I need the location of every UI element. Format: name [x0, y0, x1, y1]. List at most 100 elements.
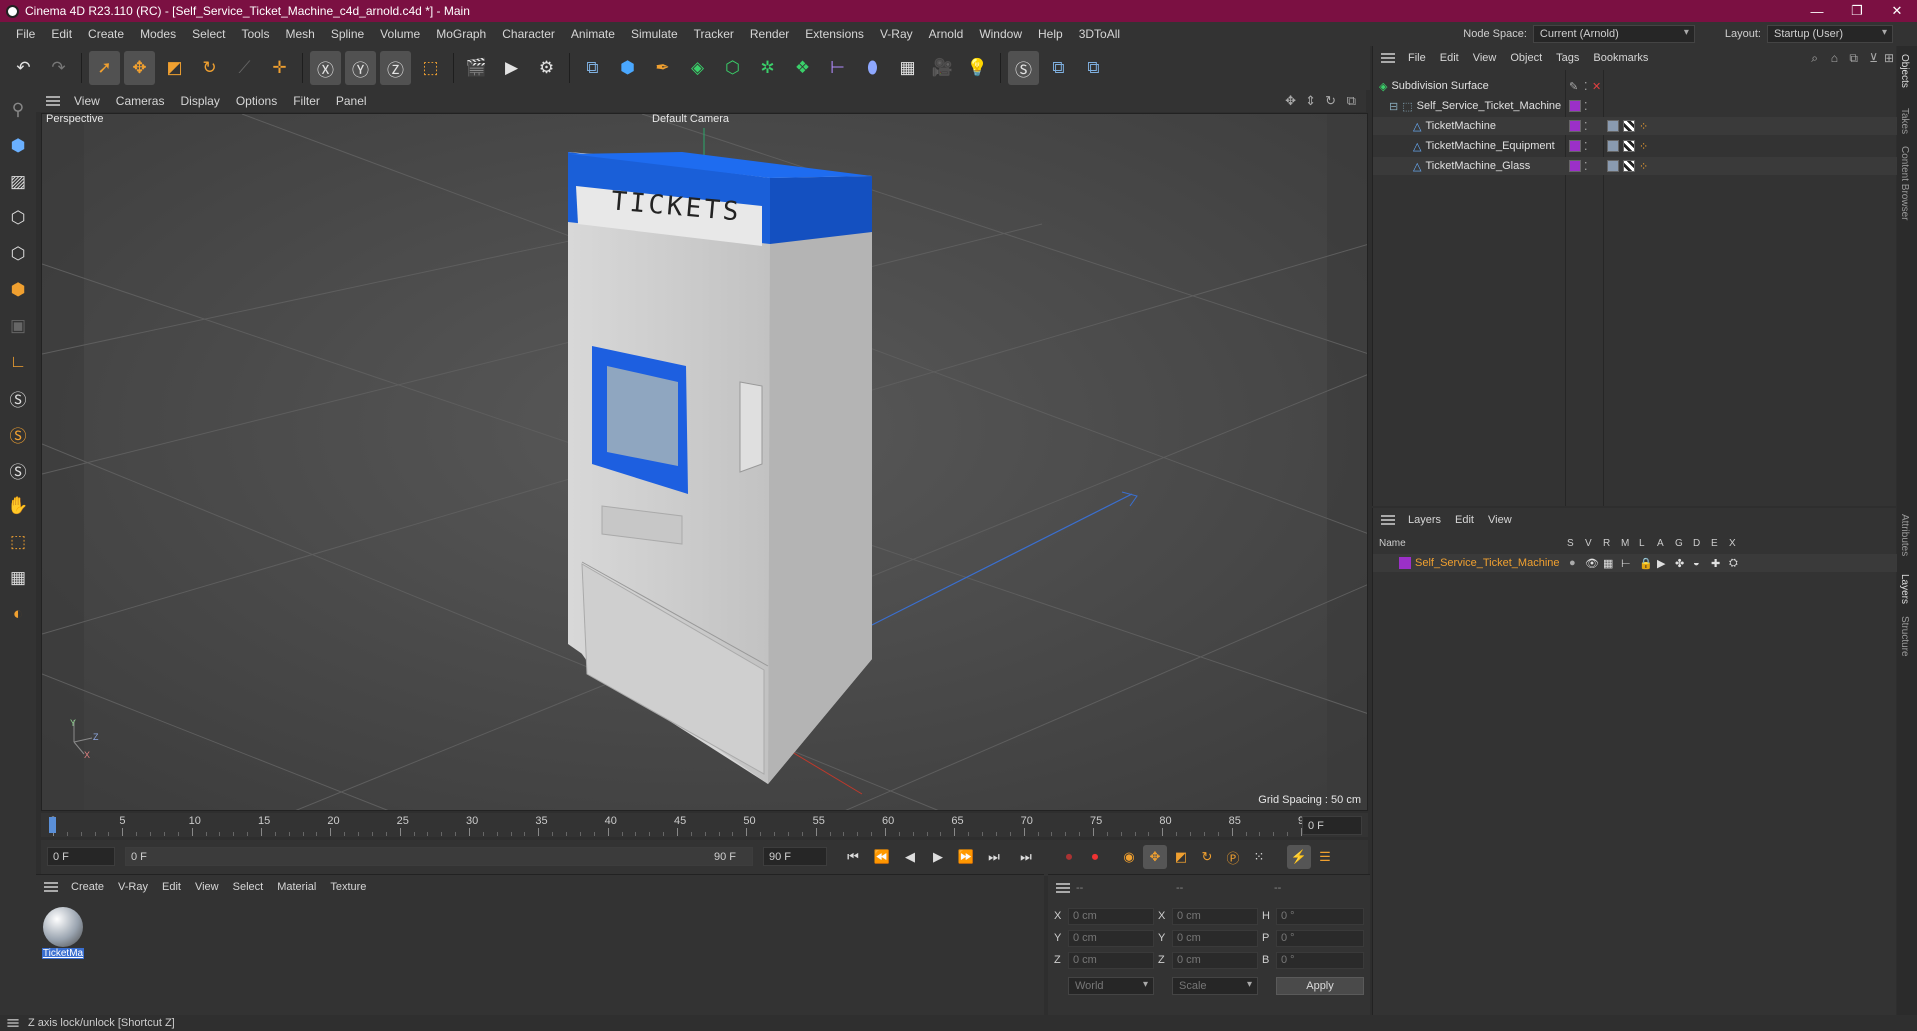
viewport-move-icon[interactable]: ✥: [1285, 93, 1296, 109]
x-axis-lock-icon[interactable]: Ⓧ: [310, 51, 341, 85]
layer-col-a[interactable]: A: [1657, 538, 1664, 549]
menu-modes[interactable]: Modes: [132, 27, 184, 41]
edges-mode-icon[interactable]: ⬡: [2, 238, 34, 270]
tab-content-browser[interactable]: Content Browser: [1899, 146, 1910, 220]
object-menu-bookmarks[interactable]: Bookmarks: [1586, 52, 1655, 64]
tab-layers[interactable]: Layers: [1899, 574, 1910, 604]
cube-primitive-icon[interactable]: ⬢: [612, 51, 643, 85]
menu-3dtoall[interactable]: 3DToAll: [1071, 27, 1128, 41]
camera-icon[interactable]: 🎥: [927, 51, 958, 85]
filter-icon[interactable]: ⊻: [1869, 51, 1878, 65]
points-mode-icon[interactable]: ⬡: [2, 202, 34, 234]
previous-frame-icon[interactable]: ◀: [898, 845, 922, 869]
viewport-menu-panel[interactable]: Panel: [328, 94, 375, 108]
viewport-menu-display[interactable]: Display: [172, 94, 227, 108]
close-icon[interactable]: ✕: [1877, 0, 1917, 22]
minimize-icon[interactable]: —: [1797, 0, 1837, 22]
object-row-ticketmachine-equipment[interactable]: △ TicketMachine_Equipment ⁚ ⁘: [1373, 137, 1897, 155]
material-tag-icon[interactable]: [1607, 120, 1619, 132]
search-icon[interactable]: ⌕: [1811, 51, 1818, 66]
viewport-menu-options[interactable]: Options: [228, 94, 285, 108]
python-script-icon[interactable]: ⧉: [1043, 51, 1074, 85]
visibility-dots-icon[interactable]: ⁚: [1584, 160, 1588, 173]
next-key-icon[interactable]: ⏭: [982, 845, 1006, 869]
object-row-subdivision-surface[interactable]: ◈ Subdivision Surface ✎ ⁚ ✕: [1373, 77, 1897, 95]
key-param-icon[interactable]: Ⓟ: [1221, 845, 1245, 869]
key-scale-icon[interactable]: ◩: [1169, 845, 1193, 869]
select-tool-icon[interactable]: ➚: [89, 51, 120, 85]
subdivision-icon[interactable]: ◈: [682, 51, 713, 85]
transform-tool-icon[interactable]: ✛: [264, 51, 295, 85]
home-icon[interactable]: ⌂: [1831, 51, 1838, 65]
autokey-icon[interactable]: ⏺: [1083, 845, 1107, 869]
menu-mesh[interactable]: Mesh: [277, 27, 322, 41]
layer-color-swatch[interactable]: [1399, 557, 1411, 569]
layer-visible-icon[interactable]: 👁: [1585, 557, 1599, 570]
disabled-x-icon[interactable]: ✕: [1592, 80, 1601, 93]
material-tag-icon[interactable]: [1607, 140, 1619, 152]
snap-settings-icon[interactable]: Ⓢ: [2, 418, 34, 450]
hamburger-icon[interactable]: [1056, 883, 1070, 893]
record-icon[interactable]: ⏺: [1057, 845, 1081, 869]
make-editable-icon[interactable]: ⚲: [2, 94, 34, 126]
arnold-tag-icon[interactable]: ⁘: [1639, 160, 1648, 173]
menu-tracker[interactable]: Tracker: [686, 27, 742, 41]
layer-col-r[interactable]: R: [1603, 538, 1610, 549]
maximize-panel-icon[interactable]: ⊞: [1884, 51, 1894, 65]
viewport-zoom-icon[interactable]: ⇕: [1305, 93, 1316, 109]
keyframe-selection-icon[interactable]: ◉: [1117, 845, 1141, 869]
menu-arnold[interactable]: Arnold: [921, 27, 972, 41]
layer-col-l[interactable]: L: [1639, 538, 1645, 549]
recent-tool-icon[interactable]: ⟋: [229, 51, 260, 85]
layer-col-s[interactable]: S: [1567, 538, 1574, 549]
timeline-window-icon[interactable]: ☰: [1313, 845, 1337, 869]
rot-p-field[interactable]: 0 °: [1276, 930, 1364, 947]
layer-render-icon[interactable]: ▦: [1603, 557, 1613, 570]
extrude-generator-icon[interactable]: ⬡: [717, 51, 748, 85]
tab-takes[interactable]: Takes: [1899, 108, 1910, 134]
y-axis-lock-icon[interactable]: Ⓨ: [345, 51, 376, 85]
menu-vray[interactable]: V-Ray: [872, 27, 921, 41]
menu-tools[interactable]: Tools: [233, 27, 277, 41]
viewport-menu-cameras[interactable]: Cameras: [108, 94, 173, 108]
pos-x-field[interactable]: 0 cm: [1068, 908, 1154, 925]
menu-simulate[interactable]: Simulate: [623, 27, 686, 41]
layer-menu-edit[interactable]: Edit: [1448, 514, 1481, 526]
menu-extensions[interactable]: Extensions: [797, 27, 872, 41]
render-settings-icon[interactable]: ⚙: [531, 51, 562, 85]
go-to-start-icon[interactable]: ⏮: [841, 845, 865, 869]
solo-icon[interactable]: ◐: [2, 598, 34, 630]
size-z-field[interactable]: 0 cm: [1172, 952, 1258, 969]
pos-y-field[interactable]: 0 cm: [1068, 930, 1154, 947]
hamburger-icon[interactable]: [1381, 515, 1395, 525]
object-menu-view[interactable]: View: [1466, 52, 1504, 64]
menu-file[interactable]: File: [8, 27, 43, 41]
pen-spline-icon[interactable]: ✒: [647, 51, 678, 85]
menu-character[interactable]: Character: [494, 27, 563, 41]
menu-select[interactable]: Select: [184, 27, 233, 41]
material-menu-edit[interactable]: Edit: [155, 881, 188, 893]
material-tag-icon[interactable]: [1607, 160, 1619, 172]
size-y-field[interactable]: 0 cm: [1172, 930, 1258, 947]
material-menu-vray[interactable]: V-Ray: [111, 881, 155, 893]
menu-window[interactable]: Window: [971, 27, 1030, 41]
hamburger-icon[interactable]: [44, 882, 58, 892]
cloner-icon[interactable]: ✲: [752, 51, 783, 85]
material-swatch[interactable]: TicketMa: [42, 905, 84, 963]
object-row-self-service-ticket-machine[interactable]: ⊟ ⬚ Self_Service_Ticket_Machine ⁚: [1373, 97, 1897, 115]
layer-lock-icon[interactable]: 🔒: [1639, 557, 1653, 570]
key-rotation-icon[interactable]: ↻: [1195, 845, 1219, 869]
menu-mograph[interactable]: MoGraph: [428, 27, 494, 41]
menu-edit[interactable]: Edit: [43, 27, 80, 41]
layer-generators-icon[interactable]: ✤: [1675, 557, 1684, 570]
arnold-tag-icon[interactable]: ⁘: [1639, 140, 1648, 153]
redo-icon[interactable]: ↷: [43, 51, 74, 85]
material-menu-create[interactable]: Create: [64, 881, 111, 893]
apply-button[interactable]: Apply: [1276, 977, 1364, 995]
tab-structure[interactable]: Structure: [1899, 616, 1910, 657]
play-icon[interactable]: ▶: [926, 845, 950, 869]
axis-mode-icon[interactable]: ∟: [2, 346, 34, 378]
layout-dropdown[interactable]: Startup (User): [1767, 25, 1893, 43]
viewport-menu-filter[interactable]: Filter: [285, 94, 328, 108]
object-menu-edit[interactable]: Edit: [1433, 52, 1466, 64]
